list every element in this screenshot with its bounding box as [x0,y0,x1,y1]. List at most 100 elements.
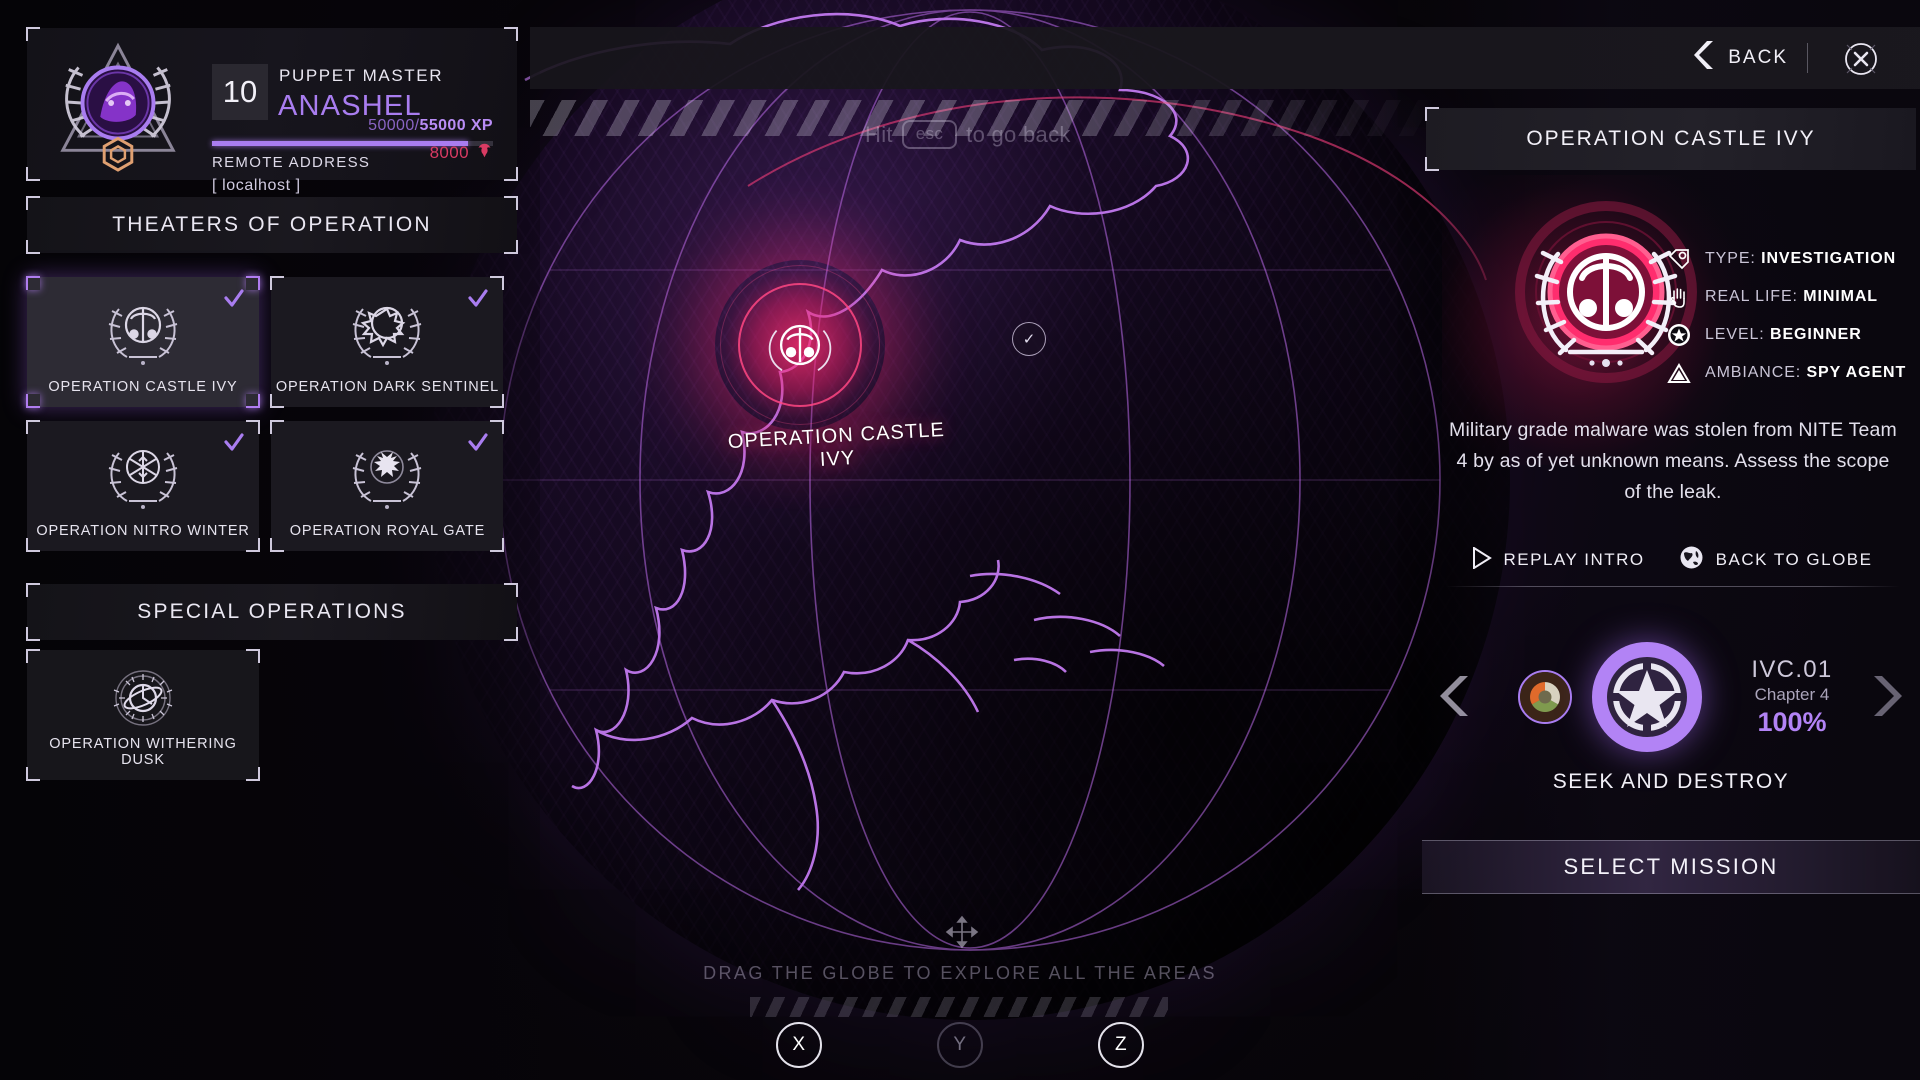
mission-meta: IVC.01 Chapter 4 100% [1722,656,1862,738]
corner-tl [1425,107,1439,121]
mission-prev-icon[interactable] [1518,670,1572,724]
mission-carousel: IVC.01 Chapter 4 100% [1422,630,1920,760]
attribute-row-level: LEVEL: BEGINNER [1667,316,1906,354]
back-to-globe-button[interactable]: BACK TO GLOBE [1679,545,1873,575]
move-cursor-icon [945,915,979,949]
completed-check-icon [223,431,245,453]
globe-icon [1679,545,1704,575]
select-mission-button[interactable]: SELECT MISSION [1422,840,1920,894]
attribute-label: LEVEL: [1705,326,1765,343]
corner-tr [504,583,518,597]
corner-bl [26,240,40,254]
corner-tl [26,420,40,434]
check-node-icon[interactable]: ✓ [1012,322,1046,356]
attribute-value: SPY AGENT [1806,364,1907,381]
corner-tl [270,276,285,290]
corner-tl [270,420,285,434]
corner-tr [246,649,260,663]
corner-bl [270,394,285,408]
laurel-gear-icon [341,287,433,369]
tag-icon [1667,247,1691,271]
axis-button-x[interactable]: X [776,1022,822,1068]
mission-select-screen: OPERATION CASTLE IVY ✓ Hit esc to go bac… [0,0,1920,1080]
corner-br [490,538,505,552]
avatar [49,34,187,174]
player-profile-card: 10 PUPPET MASTER ANASHEL 50000/55000 XP … [26,27,518,194]
operation-tile-royal-gate[interactable]: OPERATION ROYAL GATE [270,420,505,552]
completed-check-icon [223,287,245,309]
corner-tr [490,420,505,434]
select-mission-label: SELECT MISSION [1563,854,1779,879]
currency-value: 8000 [429,143,469,162]
corner-br [246,767,260,781]
globe-hotspot-castle-ivy[interactable] [700,245,900,445]
mission-code: IVC.01 [1751,656,1833,683]
laurel-shield-icon [755,300,845,390]
attribute-label: AMBIANCE: [1705,364,1802,381]
currency-counter: 8000 [430,142,493,164]
operation-description: Military grade malware was stolen from N… [1449,419,1897,503]
xp-counter: 50000/55000 XP [368,117,493,135]
attribute-label: TYPE: [1705,250,1756,267]
corner-tl [26,276,40,290]
attribute-text: LEVEL: BEGINNER [1705,326,1862,344]
rank-value: 10 [222,74,258,109]
axis-button-z[interactable]: Z [1098,1022,1144,1068]
corner-bl [26,167,40,181]
attribute-text: TYPE: INVESTIGATION [1705,250,1896,268]
operation-tile-withering-dusk[interactable]: OPERATION WITHERING DUSK [26,649,260,781]
attribute-row-real-life: REAL LIFE: MINIMAL [1667,278,1906,316]
attribute-value: INVESTIGATION [1761,250,1897,267]
back-to-globe-label: BACK TO GLOBE [1715,550,1873,569]
corner-br [246,538,260,552]
theaters-of-operation-header: THEATERS OF OPERATION [26,196,518,254]
completed-check-icon [467,431,489,453]
corner-br [490,394,505,408]
mission-prev-button[interactable] [1438,674,1472,718]
corner-br [504,240,518,254]
corner-tl [26,583,40,597]
replay-intro-button[interactable]: REPLAY INTRO [1472,545,1645,574]
operation-tile-castle-ivy[interactable]: OPERATION CASTLE IVY [26,276,260,408]
attribute-label: REAL LIFE: [1705,288,1798,305]
corner-tl [26,649,40,663]
operation-action-row: REPLAY INTRO BACK TO GLOBE [1462,545,1882,575]
operation-tile-nitro-winter[interactable]: OPERATION NITRO WINTER [26,420,260,552]
operation-tile-label: OPERATION ROYAL GATE [289,523,486,539]
attribute-value: MINIMAL [1803,288,1878,305]
xp-current: 50000 [368,117,415,134]
corner-tr [246,276,260,290]
special-operations-header: SPECIAL OPERATIONS [26,583,518,641]
operation-tile-dark-sentinel[interactable]: OPERATION DARK SENTINEL [270,276,505,408]
laurel-shield-icon [97,287,189,369]
triangle-icon [1667,361,1691,385]
attribute-text: AMBIANCE: SPY AGENT [1705,364,1906,382]
laurel-orbit-icon [97,660,189,742]
remote-address-label: REMOTE ADDRESS [212,154,371,171]
hand-icon [1667,285,1691,309]
player-title: PUPPET MASTER [279,66,444,85]
hazard-stripe-bottom [750,997,1168,1017]
xp-max: 55000 XP [419,117,493,134]
operation-tile-label: OPERATION NITRO WINTER [36,523,250,539]
laurel-snowflake-icon [97,431,189,513]
special-label: SPECIAL OPERATIONS [137,600,407,623]
mission-next-button[interactable] [1870,674,1904,718]
play-icon [1472,545,1492,574]
operation-attributes: TYPE: INVESTIGATION REAL LIFE: MINIMAL L… [1667,240,1906,392]
left-panel: 10 PUPPET MASTER ANASHEL 50000/55000 XP … [0,0,530,1080]
corner-bl [270,538,285,552]
globe-sphere[interactable] [430,0,1510,1020]
corner-br [246,394,260,408]
corner-tr [490,276,505,290]
special-operations-grid: OPERATION WITHERING DUSK [26,649,267,794]
divider-line [1446,586,1900,587]
corner-tl [26,196,40,210]
operation-detail-panel: OPERATION CASTLE IVY TYPE: INVESTIGATION… [1422,0,1920,1080]
corner-bl [1425,157,1439,171]
corner-tr [504,196,518,210]
star-circle-icon[interactable] [1592,642,1702,752]
mission-name: SEEK AND DESTROY [1552,770,1790,793]
corner-tr [504,27,518,41]
axis-button-y[interactable]: Y [937,1022,983,1068]
